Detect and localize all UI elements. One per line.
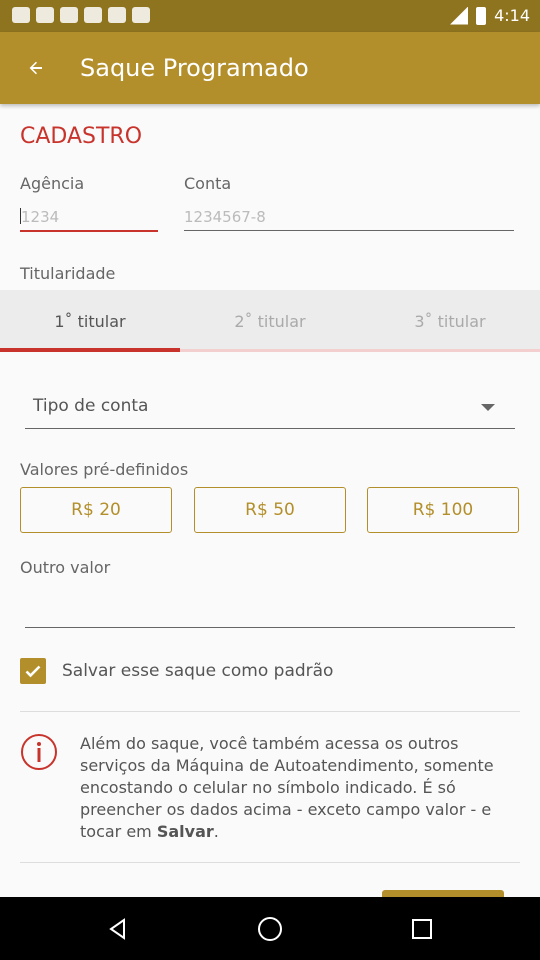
tipo-conta-label: Tipo de conta <box>33 396 149 416</box>
divider <box>20 711 520 712</box>
battery-icon <box>476 6 487 25</box>
valor-100-button[interactable]: R$ 100 <box>367 487 519 533</box>
conta-placeholder: 1234567-8 <box>184 208 266 226</box>
status-time: 4:14 <box>494 6 530 25</box>
outro-valor-input[interactable] <box>25 594 515 628</box>
nav-back-button[interactable] <box>98 909 138 949</box>
info-icon <box>21 734 57 770</box>
notification-icon <box>84 7 102 23</box>
notification-icons <box>12 7 150 23</box>
notification-icon <box>12 7 30 23</box>
agencia-label: Agência <box>20 174 85 193</box>
square-recents-icon <box>412 919 432 939</box>
valor-20-button[interactable]: R$ 20 <box>20 487 172 533</box>
conta-input[interactable]: 1234567-8 <box>184 208 514 231</box>
circle-home-icon <box>258 917 282 941</box>
salvar-padrao-checkbox[interactable] <box>20 658 46 684</box>
tab-titular-2[interactable]: 2˚ titular <box>180 290 360 352</box>
divider <box>20 862 520 863</box>
outro-valor-label: Outro valor <box>20 558 111 577</box>
check-icon <box>25 665 41 678</box>
nav-home-button[interactable] <box>250 909 290 949</box>
info-text: Além do saque, você também acessa os out… <box>80 734 494 841</box>
signal-icon <box>450 6 469 25</box>
valores-label: Valores pré-definidos <box>20 460 189 479</box>
notification-icon <box>132 7 150 23</box>
arrow-left-icon <box>29 61 42 75</box>
tab-titular-1[interactable]: 1˚ titular <box>0 290 180 352</box>
valor-50-button[interactable]: R$ 50 <box>194 487 346 533</box>
nav-recents-button[interactable] <box>402 909 442 949</box>
tab-track <box>180 349 540 352</box>
notification-icon <box>36 7 54 23</box>
titularidade-label: Titularidade <box>20 264 116 283</box>
page-title: Saque Programado <box>80 54 309 82</box>
info-bold-salvar: Salvar <box>156 822 214 841</box>
tipo-conta-select[interactable]: Tipo de conta <box>25 388 515 429</box>
notification-icon <box>108 7 126 23</box>
dropdown-arrow-icon <box>481 404 495 411</box>
agencia-placeholder: 1234 <box>21 208 60 226</box>
agencia-input[interactable]: 1234 <box>20 208 158 232</box>
tab-indicator <box>0 348 180 352</box>
triangle-back-icon <box>109 918 125 940</box>
salvar-padrao-label: Salvar esse saque como padrão <box>62 661 334 681</box>
titularidade-tabs: 1˚ titular 2˚ titular 3˚ titular <box>0 290 540 352</box>
conta-label: Conta <box>184 174 232 193</box>
navigation-bar <box>0 897 540 960</box>
notification-icon <box>60 7 78 23</box>
tab-titular-3[interactable]: 3˚ titular <box>360 290 540 352</box>
outro-valor-underline <box>25 627 515 628</box>
app-bar: Saque Programado <box>0 32 540 104</box>
status-bar: 4:14 <box>0 0 540 32</box>
section-title: CADASTRO <box>20 124 143 149</box>
back-button[interactable] <box>14 46 58 90</box>
